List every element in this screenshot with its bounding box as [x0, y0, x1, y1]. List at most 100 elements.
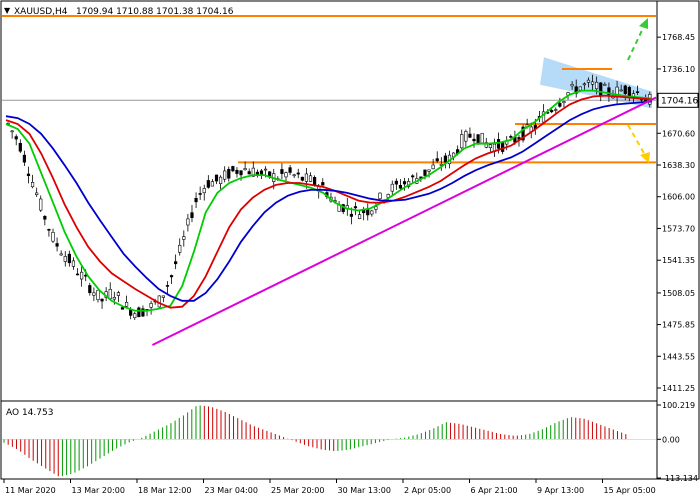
- candle-body: [51, 232, 55, 242]
- candle-body: [296, 172, 300, 175]
- candle-body: [39, 198, 43, 211]
- candle-body: [496, 139, 501, 149]
- price-axis-tick-label: 1670.60: [662, 129, 695, 138]
- candle-body: [35, 192, 39, 196]
- candle-body: [194, 197, 198, 203]
- candle-body: [582, 83, 586, 86]
- symbol-timeframe: XAUUSD,H4: [14, 7, 68, 17]
- candle-body: [247, 171, 251, 175]
- candle-body: [116, 292, 121, 296]
- candle-body: [353, 206, 358, 209]
- time-axis-label: 13 Mar 20:00: [72, 486, 125, 495]
- candle-body: [96, 289, 100, 301]
- candle-body: [47, 229, 51, 231]
- candle-body: [570, 84, 574, 87]
- candle-body: [501, 141, 505, 152]
- candle-body: [578, 86, 582, 91]
- candle-body: [198, 193, 202, 195]
- candle-body: [635, 91, 640, 93]
- time-axis-label: 25 Mar 20:00: [271, 486, 324, 495]
- candle-body: [554, 109, 558, 111]
- candle-body: [22, 154, 26, 163]
- candle-body: [627, 87, 631, 97]
- candle-body: [169, 275, 174, 278]
- price-axis-tick-label: 1443.55: [662, 352, 695, 361]
- candle-body: [124, 301, 129, 307]
- candle-body: [227, 168, 231, 179]
- candle-body: [308, 175, 313, 182]
- candle-body: [398, 184, 403, 189]
- candle-body: [586, 79, 591, 83]
- candle-body: [92, 292, 96, 296]
- candle-body: [292, 174, 296, 177]
- candle-body: [488, 144, 492, 149]
- time-axis-label: 6 Apr 21:00: [471, 486, 518, 495]
- candle-body: [603, 83, 607, 86]
- candle-body: [112, 297, 116, 300]
- candle-body: [558, 102, 562, 107]
- candle-body: [108, 289, 112, 299]
- candle-body: [280, 169, 284, 174]
- candle-body: [10, 130, 14, 133]
- price-axis-tick-label: 1541.35: [662, 256, 695, 265]
- candle-body: [210, 181, 215, 187]
- price-axis-tick-label: 1736.10: [662, 65, 695, 74]
- candle-body: [631, 93, 636, 97]
- candle-body: [259, 170, 264, 175]
- ao-axis-tick-label: 100.219: [662, 401, 695, 410]
- candle-body: [18, 142, 22, 152]
- oscillator-panel-frame: [0, 400, 658, 480]
- header-bar[interactable]: ▼ XAUUSD,H4 1709.94 1710.88 1701.38 1704…: [4, 6, 234, 17]
- candle-body: [394, 180, 398, 185]
- candle-body: [218, 176, 223, 184]
- time-axis-label: 30 Mar 13:00: [338, 486, 391, 495]
- candle-body: [223, 170, 227, 180]
- candle-body: [243, 168, 247, 171]
- ao-axis-tick-label: 0.00: [662, 435, 680, 444]
- candle-body: [435, 158, 439, 162]
- candle-body: [623, 85, 627, 95]
- candle-body: [178, 245, 182, 253]
- candle-body: [300, 176, 304, 181]
- candle-body: [59, 253, 63, 256]
- candle-body: [378, 192, 382, 200]
- candle-body: [313, 176, 317, 186]
- time-axis-label: 11 Mar 2020: [5, 486, 56, 495]
- candle-body: [80, 271, 84, 280]
- candle-body: [472, 138, 476, 142]
- price-axis-tick-label: 1606.00: [662, 193, 695, 202]
- chart-window[interactable]: 1768.451736.101703.751670.601638.301606.…: [0, 0, 700, 500]
- candle-body: [231, 166, 235, 172]
- candle-body: [431, 164, 435, 170]
- current-price-tag: 1704.16: [657, 92, 699, 108]
- candle-body: [590, 81, 595, 85]
- candle-body: [599, 82, 603, 97]
- candle-body: [464, 131, 468, 142]
- candle-body: [137, 307, 141, 318]
- current-price-label: 1704.16: [661, 96, 698, 106]
- price-axis-tick-label: 1508.05: [662, 289, 695, 298]
- candle-body: [75, 273, 80, 276]
- candle-body: [288, 167, 292, 173]
- candle-body: [235, 170, 239, 174]
- dropdown-triangle-icon[interactable]: ▼: [4, 6, 11, 15]
- candle-body: [133, 313, 137, 318]
- price-panel-frame: [0, 0, 658, 402]
- time-axis-label: 18 Mar 12:00: [138, 486, 191, 495]
- candle-body: [349, 213, 353, 217]
- candle-body: [402, 181, 407, 185]
- candle-body: [468, 133, 472, 138]
- candle-body: [550, 110, 554, 113]
- candle-body: [370, 210, 374, 215]
- candle-body: [202, 188, 206, 194]
- ao-axis-tick-label: -113.134: [662, 474, 698, 483]
- price-axis-tick-label: 1638.30: [662, 161, 695, 170]
- candle-body: [67, 253, 71, 264]
- candle-body: [357, 214, 362, 219]
- candle-body: [263, 168, 268, 171]
- candle-body: [88, 285, 92, 294]
- candle-body: [480, 132, 484, 144]
- candle-body: [14, 136, 18, 140]
- candle-body: [427, 169, 431, 172]
- oscillator-label: AO 14.753: [6, 408, 53, 418]
